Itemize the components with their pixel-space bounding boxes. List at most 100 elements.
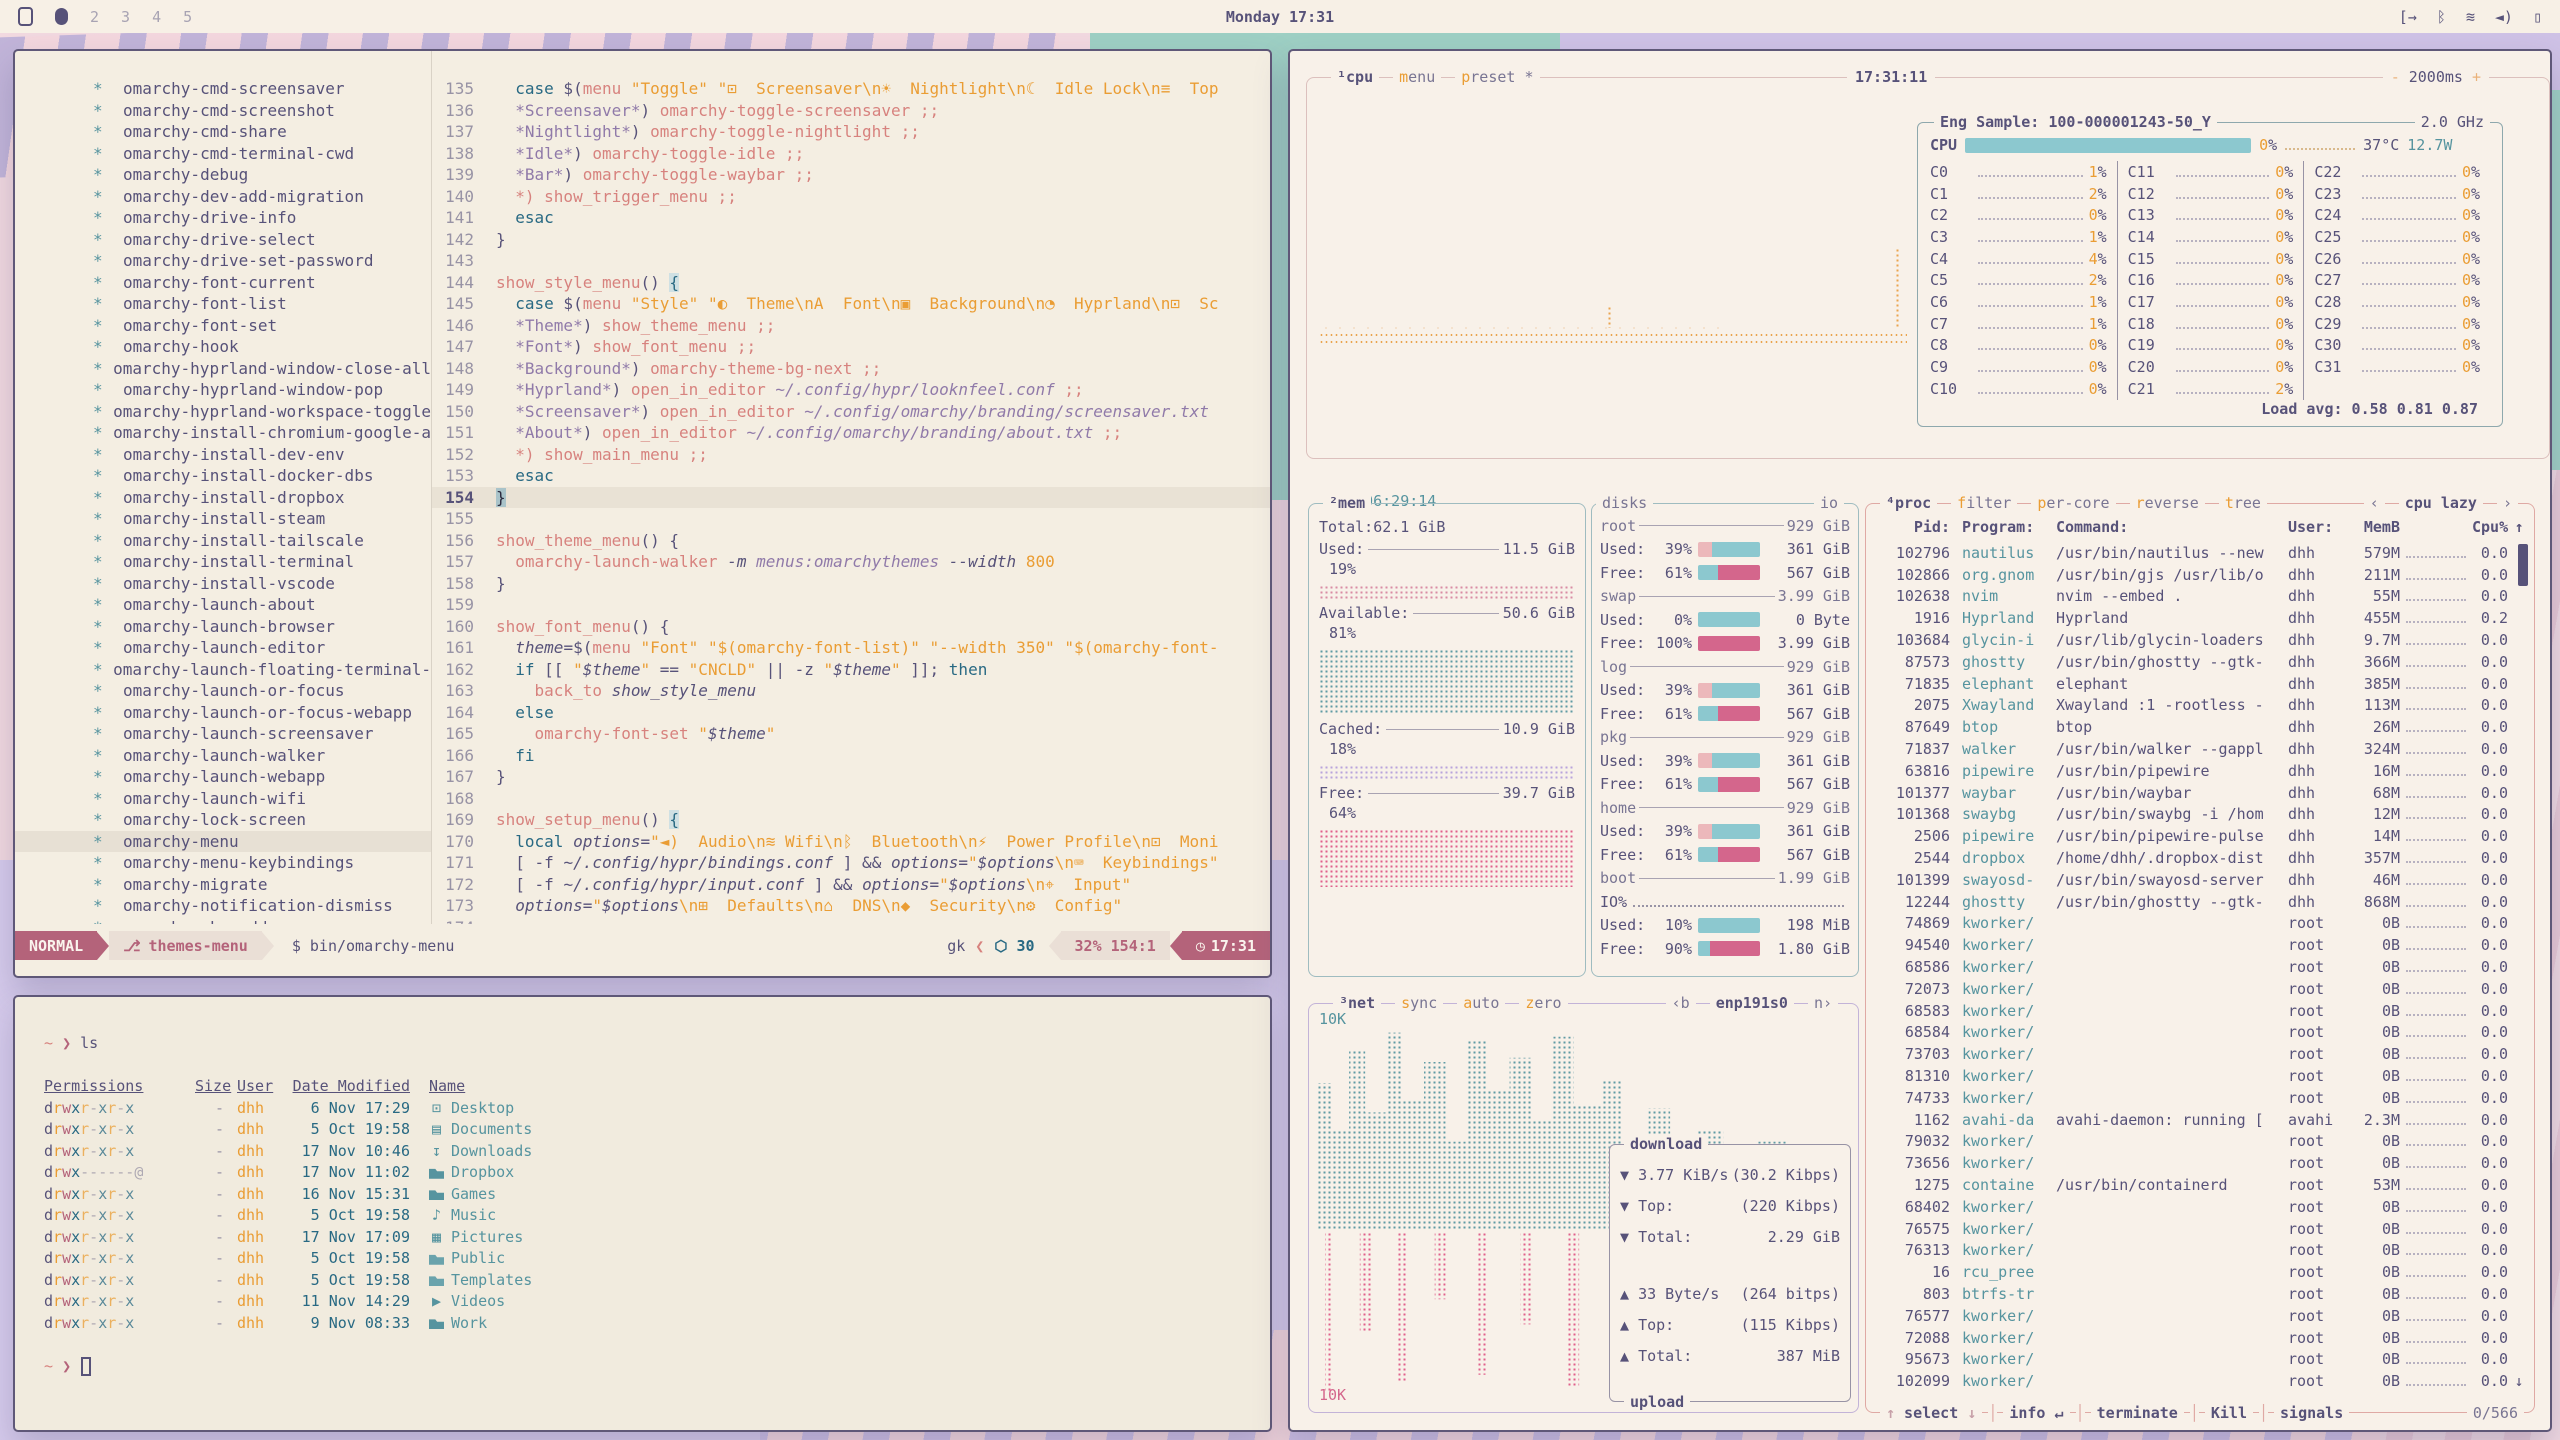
sidebar-item[interactable]: *omarchy-launch-editor: [15, 637, 431, 659]
process-row[interactable]: 68586kworker/root0B0.0: [1866, 956, 2534, 978]
sidebar-item[interactable]: *omarchy-install-terminal: [15, 551, 431, 573]
tab-disks[interactable]: disks: [1596, 494, 1653, 512]
process-row[interactable]: 68583kworker/root0B0.0: [1866, 1000, 2534, 1022]
tab-auto[interactable]: auto: [1457, 994, 1505, 1012]
sidebar-item[interactable]: *omarchy-menu-keybindings: [15, 852, 431, 874]
sidebar-item[interactable]: *omarchy-dev-add-migration: [15, 186, 431, 208]
process-row[interactable]: 76313kworker/root0B0.0: [1866, 1240, 2534, 1262]
sidebar-item[interactable]: *omarchy-font-current: [15, 272, 431, 294]
sidebar-item[interactable]: *omarchy-install-chromium-google-a: [15, 422, 431, 444]
sidebar-item[interactable]: *omarchy-font-set: [15, 315, 431, 337]
tab-reverse[interactable]: reverse: [2130, 494, 2205, 512]
process-row[interactable]: 1916HyprlandHyprlanddhh455M0.2: [1866, 607, 2534, 629]
sidebar-item[interactable]: *omarchy-migrate: [15, 874, 431, 896]
tab-percore[interactable]: per-core: [2031, 494, 2115, 512]
logout-icon[interactable]: [→: [2399, 8, 2417, 26]
sidebar-item[interactable]: *omarchy-drive-info: [15, 207, 431, 229]
tab-io[interactable]: io: [1814, 494, 1844, 512]
process-row[interactable]: 95673kworker/root0B0.0: [1866, 1348, 2534, 1370]
process-row[interactable]: 102099kworker/root0B0.0↓: [1866, 1370, 2534, 1388]
sidebar-item[interactable]: *omarchy-launch-webapp: [15, 766, 431, 788]
process-row[interactable]: 87573ghostty/usr/bin/ghostty --gtk-dhh36…: [1866, 651, 2534, 673]
sort-column[interactable]: cpu lazy: [2399, 494, 2483, 512]
process-row[interactable]: 2075XwaylandXwayland :1 -rootless -dhh11…: [1866, 695, 2534, 717]
sidebar-item[interactable]: *omarchy-launch-browser: [15, 616, 431, 638]
process-row[interactable]: 102796nautilus/usr/bin/nautilus --newdhh…: [1866, 542, 2534, 564]
sidebar-item[interactable]: *omarchy-cmd-screenshot: [15, 100, 431, 122]
btop-window[interactable]: ¹cpumenupreset * 17:31:11 - 2000ms + Eng…: [1288, 49, 2552, 1432]
kill-hint[interactable]: Kill: [2205, 1404, 2253, 1422]
tab-mem[interactable]: ²mem: [1323, 494, 1371, 512]
process-row[interactable]: 2506pipewire/usr/bin/pipewire-pulsedhh14…: [1866, 825, 2534, 847]
process-row[interactable]: 68402kworker/root0B0.0: [1866, 1196, 2534, 1218]
sidebar-item[interactable]: *omarchy-launch-or-focus-webapp: [15, 702, 431, 724]
signals-hint[interactable]: signals: [2274, 1404, 2349, 1422]
sidebar-item[interactable]: *omarchy-launch-or-focus: [15, 680, 431, 702]
tab-cpu[interactable]: ¹cpu: [1331, 68, 1379, 86]
sidebar-item[interactable]: *omarchy-cmd-terminal-cwd: [15, 143, 431, 165]
process-row[interactable]: 74733kworker/root0B0.0: [1866, 1087, 2534, 1109]
sidebar-item[interactable]: *omarchy-lock-screen: [15, 809, 431, 831]
iface-prev[interactable]: ‹b: [1666, 994, 1696, 1012]
process-row[interactable]: 102866org.gnom/usr/bin/gjs /usr/lib/odhh…: [1866, 564, 2534, 586]
sidebar-item[interactable]: *omarchy-launch-about: [15, 594, 431, 616]
tab-sync[interactable]: sync: [1395, 994, 1443, 1012]
process-row[interactable]: 73703kworker/root0B0.0: [1866, 1043, 2534, 1065]
process-row[interactable]: 101399swayosd-/usr/bin/swayosd-serverdhh…: [1866, 869, 2534, 891]
sidebar-item[interactable]: *omarchy-install-steam: [15, 508, 431, 530]
process-scrollbar[interactable]: [2518, 544, 2528, 586]
iface-next[interactable]: n›: [1808, 994, 1838, 1012]
process-row[interactable]: 68584kworker/root0B0.0: [1866, 1022, 2534, 1044]
sidebar-item[interactable]: *omarchy-font-list: [15, 293, 431, 315]
update-interval[interactable]: - 2000ms +: [2383, 68, 2489, 86]
process-row[interactable]: 102638nvimnvim --embed .dhh55M0.0: [1866, 586, 2534, 608]
process-row[interactable]: 73656kworker/root0B0.0: [1866, 1152, 2534, 1174]
process-row[interactable]: 74869kworker/root0B0.0: [1866, 913, 2534, 935]
tab-tree[interactable]: tree: [2219, 494, 2267, 512]
process-row[interactable]: 81310kworker/root0B0.0: [1866, 1065, 2534, 1087]
sidebar-item[interactable]: *omarchy-menu: [15, 831, 431, 853]
process-row[interactable]: 1162avahi-daavahi-daemon: running [avahi…: [1866, 1109, 2534, 1131]
tab-proc[interactable]: ⁴proc: [1880, 494, 1937, 512]
select-hint[interactable]: ↑ select ↓: [1880, 1404, 1982, 1422]
sidebar-item[interactable]: *omarchy-drive-select: [15, 229, 431, 251]
process-row[interactable]: 63816pipewire/usr/bin/pipewiredhh16M0.0: [1866, 760, 2534, 782]
sidebar-item[interactable]: *omarchy-pkg-add: [15, 917, 431, 925]
process-row[interactable]: 72088kworker/root0B0.0: [1866, 1327, 2534, 1349]
system-tray[interactable]: [→ᛒ≋◄)▯: [2399, 8, 2542, 26]
sidebar-item[interactable]: *omarchy-drive-set-password: [15, 250, 431, 272]
process-row[interactable]: 12244ghostty/usr/bin/ghostty --gtk-dhh86…: [1866, 891, 2534, 913]
process-row[interactable]: 87649btopbtopdhh26M0.0: [1866, 716, 2534, 738]
sidebar-item[interactable]: *omarchy-notification-dismiss: [15, 895, 431, 917]
process-row[interactable]: 101377waybar/usr/bin/waybardhh68M0.0: [1866, 782, 2534, 804]
process-row[interactable]: 2544dropbox/home/dhh/.dropbox-distdhh357…: [1866, 847, 2534, 869]
network-icon[interactable]: ≋: [2466, 8, 2475, 26]
sidebar-item[interactable]: *omarchy-hyprland-window-pop: [15, 379, 431, 401]
process-row[interactable]: 803btrfs-trroot0B0.0: [1866, 1283, 2534, 1305]
process-row[interactable]: 71835elephantelephantdhh385M0.0: [1866, 673, 2534, 695]
process-row[interactable]: 16rcu_preeroot0B0.0: [1866, 1261, 2534, 1283]
sidebar-item[interactable]: *omarchy-launch-walker: [15, 745, 431, 767]
info-hint[interactable]: info ↵: [2003, 1404, 2069, 1422]
code-editor[interactable]: 135 case $(menu "Toggle" "⊡ Screensaver\…: [432, 51, 1270, 924]
terminal-window[interactable]: ~ ❯ lsPermissionsSizeUserDate ModifiedNa…: [13, 995, 1272, 1432]
sidebar-item[interactable]: *omarchy-launch-floating-terminal-: [15, 659, 431, 681]
sidebar-item[interactable]: *omarchy-debug: [15, 164, 431, 186]
process-row[interactable]: 101368swaybg/usr/bin/swaybg -i /homdhh12…: [1866, 804, 2534, 826]
sidebar-item[interactable]: *omarchy-install-docker-dbs: [15, 465, 431, 487]
sidebar-item[interactable]: *omarchy-hyprland-window-close-all: [15, 358, 431, 380]
tab-menu[interactable]: menu: [1393, 68, 1441, 86]
process-row[interactable]: 79032kworker/root0B0.0: [1866, 1131, 2534, 1153]
sidebar-item[interactable]: *omarchy-install-dropbox: [15, 487, 431, 509]
process-row[interactable]: 71837walker/usr/bin/walker --gappldhh324…: [1866, 738, 2534, 760]
tab-filter[interactable]: filter: [1951, 494, 2017, 512]
sidebar-item[interactable]: *omarchy-hook: [15, 336, 431, 358]
sidebar-item[interactable]: *omarchy-install-tailscale: [15, 530, 431, 552]
sidebar-item[interactable]: *omarchy-cmd-screensaver: [15, 78, 431, 100]
process-row[interactable]: 72073kworker/root0B0.0: [1866, 978, 2534, 1000]
sort-next[interactable]: ›: [2497, 494, 2518, 512]
sidebar-item[interactable]: *omarchy-cmd-share: [15, 121, 431, 143]
sidebar-item[interactable]: *omarchy-install-vscode: [15, 573, 431, 595]
process-row[interactable]: 1275containe/usr/bin/containerdroot53M0.…: [1866, 1174, 2534, 1196]
sort-prev[interactable]: ‹: [2364, 494, 2385, 512]
